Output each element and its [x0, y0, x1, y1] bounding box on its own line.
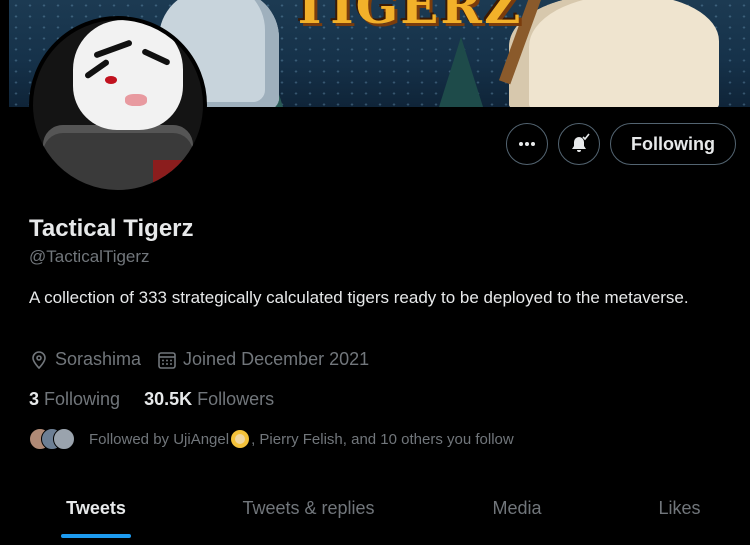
profile-handle: @TacticalTigerz: [29, 247, 150, 266]
tab-label: Tweets & replies: [242, 497, 375, 518]
profile-tabs: Tweets Tweets & replies Media Likes: [0, 478, 750, 538]
profile-meta: Sorashima Joined December 2021: [29, 349, 385, 370]
following-stat-link[interactable]: 3 Following: [29, 389, 120, 410]
location-text: Sorashima: [55, 349, 142, 369]
followed-by-prefix: Followed by UjiAngel: [89, 430, 230, 448]
location-pin-icon: [32, 350, 46, 369]
notifications-button[interactable]: [558, 123, 601, 165]
avatar-accent: [153, 160, 193, 184]
follower-avatar: [53, 428, 75, 450]
tab-likes[interactable]: Likes: [609, 478, 750, 538]
tab-media[interactable]: Media: [425, 478, 609, 538]
calendar-icon: [158, 351, 176, 369]
followed-by-link[interactable]: Followed by UjiAngel , Pierry Felish, an…: [29, 428, 514, 450]
location: Sorashima: [29, 349, 141, 370]
avatar-nose: [125, 94, 147, 106]
more-horizontal-icon: [519, 142, 536, 146]
followers-count: 30.5K: [144, 389, 193, 409]
bell-check-icon: [572, 133, 590, 152]
avatar-eye: [105, 76, 117, 84]
banner-tiger-right: [509, 0, 719, 107]
tab-tweets-replies[interactable]: Tweets & replies: [192, 478, 425, 538]
followers-stat-link[interactable]: 30.5K Followers: [144, 389, 274, 410]
following-button[interactable]: Following: [610, 123, 736, 165]
tab-tweets[interactable]: Tweets: [0, 478, 192, 538]
angel-emoji-icon: [231, 430, 250, 448]
profile-actions: Following: [506, 123, 736, 165]
profile-bio: A collection of 333 strategically calcul…: [29, 288, 689, 307]
follower-avatars: [29, 428, 79, 450]
following-count: 3: [29, 389, 40, 409]
banner-title: TIGERZ: [291, 0, 523, 35]
joined-date: Joined December 2021: [157, 349, 369, 370]
banner-tree: [439, 37, 483, 107]
profile-name: Tactical Tigerz: [29, 215, 194, 242]
following-label: Following: [44, 389, 121, 409]
tab-label: Media: [492, 497, 542, 518]
followed-by-suffix: , Pierry Felish, and 10 others you follo…: [251, 430, 514, 448]
follow-stats: 3 Following 30.5K Followers: [29, 389, 298, 410]
avatar[interactable]: [29, 16, 207, 194]
tab-label: Likes: [658, 497, 701, 518]
joined-text: Joined December 2021: [183, 349, 370, 369]
tab-label: Tweets: [66, 497, 126, 518]
active-tab-indicator: [61, 534, 131, 538]
more-button[interactable]: [506, 123, 549, 165]
followers-label: Followers: [197, 389, 275, 409]
